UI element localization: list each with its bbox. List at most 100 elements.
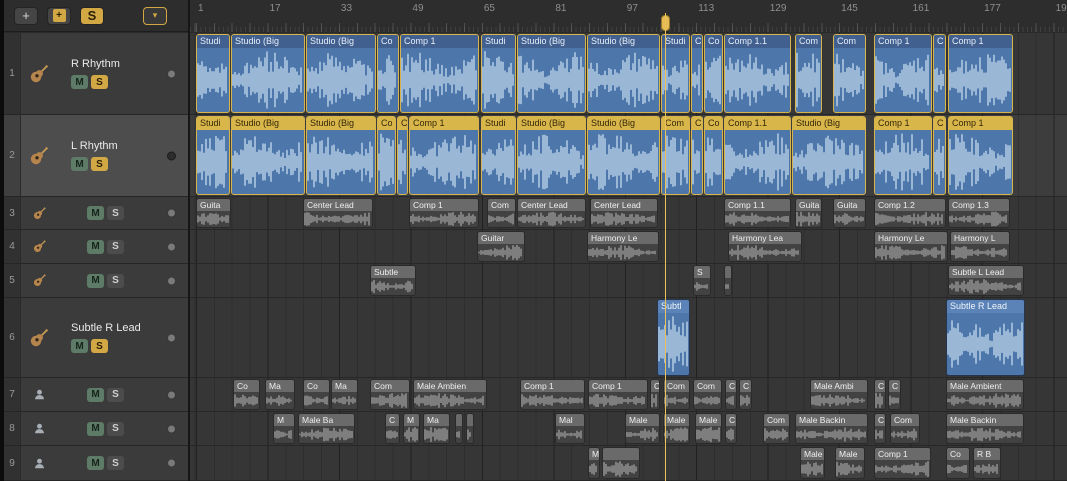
record-dot[interactable] [167, 459, 176, 468]
mute-button[interactable]: M [87, 274, 104, 288]
region[interactable] [602, 447, 640, 479]
mute-button[interactable]: M [87, 206, 104, 220]
mute-button[interactable]: M [71, 339, 88, 353]
region[interactable]: Com [661, 116, 690, 195]
region[interactable]: Guita [833, 198, 866, 228]
region[interactable]: Co [946, 447, 970, 479]
region[interactable]: Studio (Big [306, 34, 376, 113]
panel-divider[interactable] [188, 0, 190, 481]
region[interactable]: Comp 1 [874, 447, 931, 479]
track-header[interactable]: 4MS [4, 230, 188, 263]
track-header[interactable]: 6Subtle R LeadMS [4, 298, 188, 377]
region[interactable]: Male [663, 413, 690, 444]
region[interactable]: Comp 1 [874, 116, 932, 195]
mute-button[interactable]: M [71, 75, 88, 89]
region[interactable]: C [874, 413, 886, 444]
region[interactable]: Harmony Lea [728, 231, 802, 262]
solo-button[interactable]: S [107, 422, 124, 436]
region[interactable]: Ma [423, 413, 450, 444]
record-dot[interactable] [167, 151, 176, 160]
region[interactable]: Comp 1 [409, 198, 479, 228]
region[interactable]: C [725, 379, 737, 410]
region[interactable]: Co [303, 379, 330, 410]
region[interactable]: Studi [661, 34, 690, 113]
region[interactable]: Studio (Big [587, 34, 660, 113]
region[interactable]: Ma [331, 379, 358, 410]
region[interactable] [466, 413, 474, 444]
region[interactable]: Harmony Le [587, 231, 659, 262]
region[interactable]: Comp 1.1 [724, 116, 791, 195]
region[interactable]: Comp 1.3 [948, 198, 1010, 228]
region[interactable]: Male Backin [795, 413, 868, 444]
region[interactable]: Studio (Big [231, 34, 305, 113]
region[interactable]: Harmony Le [874, 231, 948, 262]
region[interactable]: Studio (Big [306, 116, 376, 195]
region[interactable]: C [691, 116, 703, 195]
solo-button[interactable]: S [91, 75, 108, 89]
region[interactable]: C [933, 34, 946, 113]
region[interactable]: Co [377, 34, 399, 113]
region[interactable]: Studi [481, 116, 516, 195]
arrange-grid[interactable]: StudiStudio (BigStudio (BigCoComp 1Studi… [190, 33, 1067, 481]
track-header[interactable]: 5MS [4, 264, 188, 297]
region[interactable]: Co [704, 34, 723, 113]
region[interactable]: Studio (Big [231, 116, 305, 195]
region[interactable]: Com [693, 379, 722, 410]
region[interactable]: C [650, 379, 660, 410]
bar-ruler[interactable]: 1173349658197113129145161177193 [190, 0, 1067, 32]
solo-button[interactable]: S [91, 157, 108, 171]
record-dot[interactable] [167, 69, 176, 78]
region[interactable]: Comp 1 [948, 116, 1013, 195]
region[interactable]: Studio (Big [517, 34, 586, 113]
region[interactable]: Comp 1 [588, 379, 648, 410]
region[interactable]: Ma [265, 379, 295, 410]
duplicate-track-button[interactable]: + [47, 7, 71, 25]
record-dot[interactable] [167, 209, 176, 218]
region[interactable]: Male Ambient [946, 379, 1024, 410]
region[interactable] [455, 413, 463, 444]
solo-button[interactable]: S [107, 206, 124, 220]
region[interactable]: Center Lead [590, 198, 658, 228]
region[interactable]: Studi [196, 116, 230, 195]
region[interactable]: Subtle L Lead [948, 265, 1024, 296]
record-dot[interactable] [167, 242, 176, 251]
solo-button[interactable]: S [107, 456, 124, 470]
track-header[interactable]: 8MS [4, 412, 188, 445]
region[interactable]: Comp 1.1 [724, 34, 791, 113]
solo-button[interactable]: S [107, 240, 124, 254]
solo-button[interactable]: S [107, 388, 124, 402]
record-dot[interactable] [167, 390, 176, 399]
region[interactable]: Com [763, 413, 790, 444]
region[interactable]: M [273, 413, 295, 444]
solo-mode-button[interactable]: S [80, 7, 104, 25]
region[interactable]: Studio (Big [587, 116, 660, 195]
region[interactable]: Com [370, 379, 410, 410]
region[interactable]: Comp 1 [874, 34, 932, 113]
add-track-button[interactable]: + [14, 7, 38, 25]
region[interactable]: Center Lead [303, 198, 373, 228]
region[interactable]: Co [233, 379, 260, 410]
region[interactable]: C [725, 413, 737, 444]
region[interactable]: Studi [481, 34, 516, 113]
region[interactable]: Studio (Big [517, 116, 586, 195]
track-header[interactable]: 7MS [4, 378, 188, 411]
region[interactable]: Male [625, 413, 660, 444]
region[interactable]: Com [487, 198, 516, 228]
region[interactable]: C [385, 413, 400, 444]
record-dot[interactable] [167, 276, 176, 285]
region[interactable]: Studio (Big [792, 116, 866, 195]
mute-button[interactable]: M [71, 157, 88, 171]
region[interactable]: Comp 1 [409, 116, 479, 195]
record-dot[interactable] [167, 424, 176, 433]
region[interactable]: Co [377, 116, 396, 195]
region[interactable]: Comp 1 [400, 34, 479, 113]
solo-button[interactable]: S [107, 274, 124, 288]
mute-button[interactable]: M [87, 422, 104, 436]
region[interactable]: Male [800, 447, 825, 479]
mute-button[interactable]: M [87, 388, 104, 402]
solo-button[interactable]: S [91, 339, 108, 353]
region[interactable]: Com [833, 34, 866, 113]
region[interactable]: Subtle [370, 265, 416, 296]
region[interactable]: Co [704, 116, 723, 195]
region[interactable]: Mal [555, 413, 585, 444]
